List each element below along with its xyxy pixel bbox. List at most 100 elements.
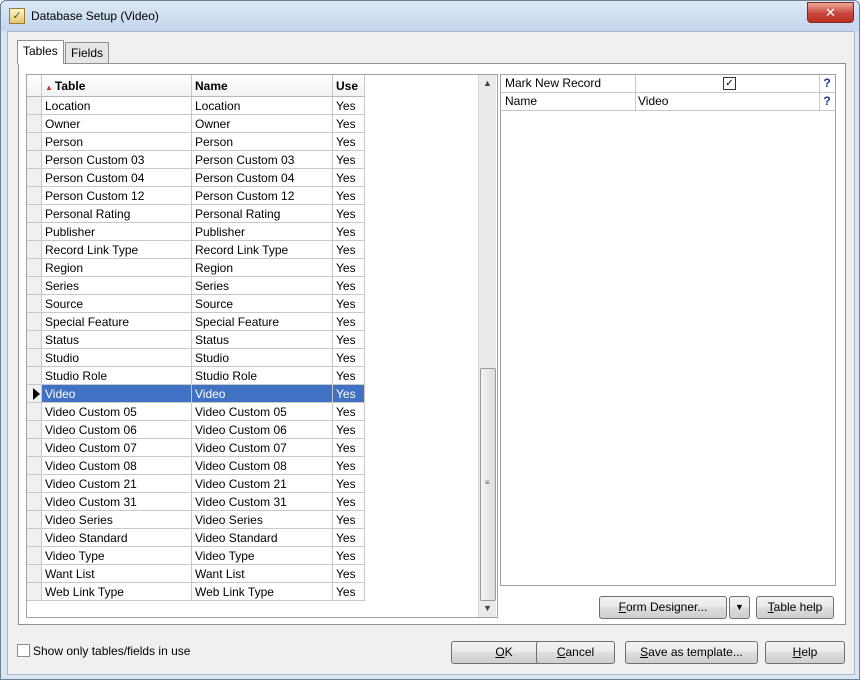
- grid-vertical-scrollbar[interactable]: ▲ ≡ ▼: [478, 75, 496, 617]
- cell-table[interactable]: Series: [41, 276, 192, 295]
- table-row[interactable]: Studio Studio Yes: [27, 348, 365, 367]
- row-indicator[interactable]: [27, 150, 42, 169]
- cell-name[interactable]: Publisher: [191, 222, 333, 241]
- row-indicator[interactable]: [27, 528, 42, 547]
- row-indicator[interactable]: [27, 222, 42, 241]
- scrollbar-thumb[interactable]: ≡: [480, 368, 496, 601]
- help-icon[interactable]: ?: [819, 93, 834, 110]
- cell-table[interactable]: Video Standard: [41, 528, 192, 547]
- title-bar[interactable]: ✓ Database Setup (Video) ✕: [1, 1, 859, 31]
- table-row[interactable]: Series Series Yes: [27, 276, 365, 295]
- table-row[interactable]: Source Source Yes: [27, 294, 365, 313]
- table-row[interactable]: Person Custom 03 Person Custom 03 Yes: [27, 150, 365, 169]
- table-row[interactable]: Video Custom 31 Video Custom 31 Yes: [27, 492, 365, 511]
- row-indicator[interactable]: [27, 456, 42, 475]
- cell-name[interactable]: Video Custom 31: [191, 492, 333, 511]
- cell-name[interactable]: Location: [191, 96, 333, 115]
- table-row[interactable]: Studio Role Studio Role Yes: [27, 366, 365, 385]
- cell-use[interactable]: Yes: [332, 438, 365, 457]
- cell-use[interactable]: Yes: [332, 312, 365, 331]
- cell-table[interactable]: Status: [41, 330, 192, 349]
- cancel-button[interactable]: Cancel: [536, 641, 615, 664]
- cell-name[interactable]: Personal Rating: [191, 204, 333, 223]
- cell-table[interactable]: Studio: [41, 348, 192, 367]
- cell-use[interactable]: Yes: [332, 258, 365, 277]
- row-indicator[interactable]: [27, 492, 42, 511]
- table-help-button[interactable]: Table help: [756, 596, 834, 619]
- table-row[interactable]: Owner Owner Yes: [27, 114, 365, 133]
- row-indicator[interactable]: [27, 366, 42, 385]
- table-row[interactable]: Record Link Type Record Link Type Yes: [27, 240, 365, 259]
- table-row[interactable]: Publisher Publisher Yes: [27, 222, 365, 241]
- row-indicator[interactable]: [27, 96, 42, 115]
- row-indicator[interactable]: [27, 114, 42, 133]
- cell-use[interactable]: Yes: [332, 276, 365, 295]
- form-designer-dropdown-button[interactable]: ▼: [729, 596, 750, 619]
- row-indicator[interactable]: [27, 330, 42, 349]
- cell-table[interactable]: Personal Rating: [41, 204, 192, 223]
- save-as-template-button[interactable]: Save as template...: [625, 641, 758, 664]
- cell-table[interactable]: Owner: [41, 114, 192, 133]
- cell-table[interactable]: Region: [41, 258, 192, 277]
- cell-use[interactable]: Yes: [332, 510, 365, 529]
- cell-name[interactable]: Region: [191, 258, 333, 277]
- cell-use[interactable]: Yes: [332, 96, 365, 115]
- table-row[interactable]: Region Region Yes: [27, 258, 365, 277]
- cell-name[interactable]: Owner: [191, 114, 333, 133]
- cell-table[interactable]: Location: [41, 96, 192, 115]
- table-row[interactable]: Video Custom 08 Video Custom 08 Yes: [27, 456, 365, 475]
- cell-name[interactable]: Web Link Type: [191, 582, 333, 601]
- cell-name[interactable]: Studio: [191, 348, 333, 367]
- table-row[interactable]: Personal Rating Personal Rating Yes: [27, 204, 365, 223]
- tables-grid[interactable]: ▲ Table Name Use Location Location Yes Owner…: [26, 74, 498, 618]
- cell-table[interactable]: Want List: [41, 564, 192, 583]
- column-header-use[interactable]: Use: [332, 75, 365, 97]
- cell-use[interactable]: Yes: [332, 348, 365, 367]
- name-value-field[interactable]: Video: [636, 93, 818, 110]
- row-indicator[interactable]: [27, 402, 42, 421]
- row-indicator[interactable]: [27, 546, 42, 565]
- row-indicator[interactable]: [27, 510, 42, 529]
- cell-name[interactable]: Person: [191, 132, 333, 151]
- cell-use[interactable]: Yes: [332, 492, 365, 511]
- row-indicator[interactable]: [27, 438, 42, 457]
- table-row[interactable]: Person Person Yes: [27, 132, 365, 151]
- row-indicator[interactable]: [27, 168, 42, 187]
- column-header-name[interactable]: Name: [191, 75, 333, 97]
- cell-table[interactable]: Person: [41, 132, 192, 151]
- row-indicator[interactable]: [27, 132, 42, 151]
- cell-name[interactable]: Person Custom 03: [191, 150, 333, 169]
- table-row[interactable]: Status Status Yes: [27, 330, 365, 349]
- cell-name[interactable]: Status: [191, 330, 333, 349]
- row-indicator[interactable]: [27, 204, 42, 223]
- cell-name[interactable]: Video Standard: [191, 528, 333, 547]
- cell-use[interactable]: Yes: [332, 222, 365, 241]
- cell-name[interactable]: Video: [191, 384, 333, 403]
- cell-name[interactable]: Want List: [191, 564, 333, 583]
- cell-name[interactable]: Special Feature: [191, 312, 333, 331]
- table-row[interactable]: Person Custom 12 Person Custom 12 Yes: [27, 186, 365, 205]
- scroll-up-icon[interactable]: ▲: [479, 75, 496, 92]
- cell-use[interactable]: Yes: [332, 564, 365, 583]
- cell-use[interactable]: Yes: [332, 384, 365, 403]
- help-button[interactable]: Help: [765, 641, 845, 664]
- cell-name[interactable]: Video Custom 21: [191, 474, 333, 493]
- cell-table[interactable]: Person Custom 12: [41, 186, 192, 205]
- scroll-down-icon[interactable]: ▼: [479, 600, 496, 617]
- cell-table[interactable]: Video Custom 05: [41, 402, 192, 421]
- cell-name[interactable]: Video Series: [191, 510, 333, 529]
- row-indicator[interactable]: [27, 276, 42, 295]
- cell-name[interactable]: Video Custom 08: [191, 456, 333, 475]
- cell-use[interactable]: Yes: [332, 546, 365, 565]
- cell-name[interactable]: Video Custom 07: [191, 438, 333, 457]
- help-icon[interactable]: ?: [819, 75, 834, 92]
- cell-name[interactable]: Record Link Type: [191, 240, 333, 259]
- cell-table[interactable]: Video Custom 07: [41, 438, 192, 457]
- cell-table[interactable]: Video Custom 08: [41, 456, 192, 475]
- cell-use[interactable]: Yes: [332, 474, 365, 493]
- row-indicator[interactable]: [27, 348, 42, 367]
- cell-use[interactable]: Yes: [332, 150, 365, 169]
- table-row[interactable]: Video Type Video Type Yes: [27, 546, 365, 565]
- show-only-in-use-option[interactable]: Show only tables/fields in use: [17, 643, 190, 658]
- table-row[interactable]: Video Standard Video Standard Yes: [27, 528, 365, 547]
